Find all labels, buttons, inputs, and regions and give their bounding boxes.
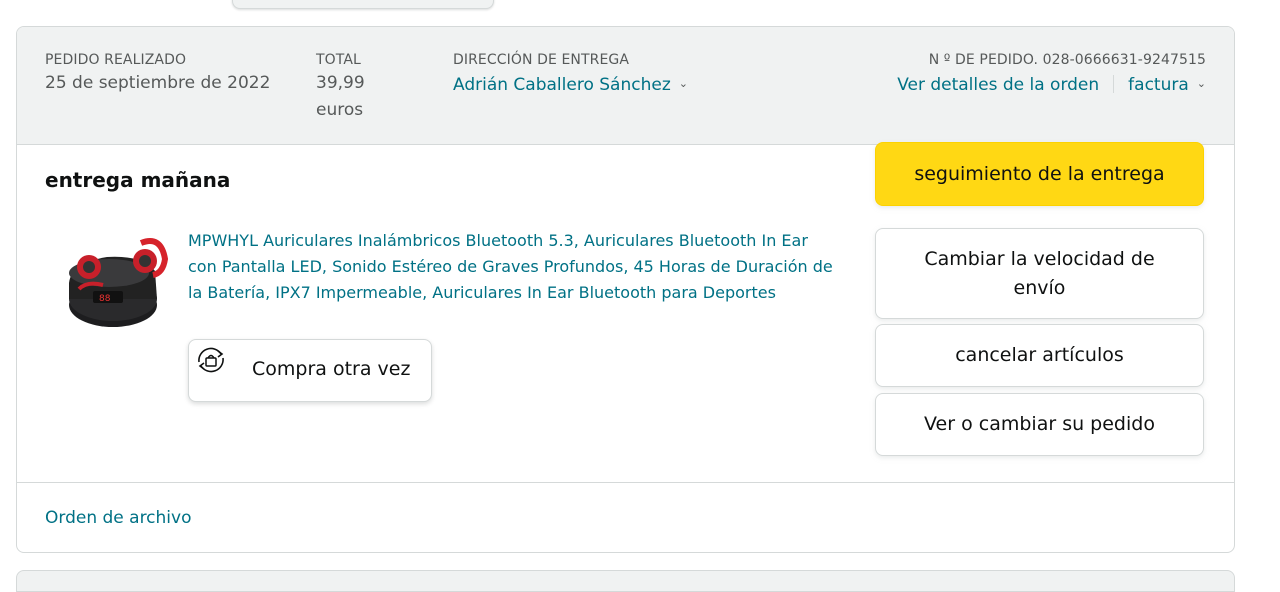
buy-again-label: Compra otra vez: [252, 358, 411, 380]
ship-to-column: DIRECCIÓN DE ENTREGA Adrián Caballero Sá…: [453, 51, 688, 99]
delivery-status: entrega mañana: [45, 168, 231, 192]
ship-to-name: Adrián Caballero Sánchez: [453, 75, 671, 95]
ship-to-name-link[interactable]: Adrián Caballero Sánchez ⌄: [453, 70, 688, 99]
order-placed-date: 25 de septiembre de 2022: [45, 73, 271, 93]
order-header: PEDIDO REALIZADO 25 de septiembre de 202…: [17, 27, 1234, 145]
order-placed-label: PEDIDO REALIZADO: [45, 52, 187, 68]
buy-again-icon: [194, 344, 228, 376]
link-divider: [1113, 75, 1115, 93]
order-number-column: N º DE PEDIDO. 028-0666631-9247515 Ver d…: [897, 51, 1206, 99]
order-placed-column: PEDIDO REALIZADO 25 de septiembre de 202…: [45, 51, 270, 97]
order-total-label: TOTAL: [316, 52, 361, 68]
chevron-down-icon: ⌄: [678, 77, 688, 90]
order-total-currency: euros: [316, 100, 364, 120]
collapsed-menu-panel: [232, 0, 494, 9]
change-shipping-speed-button[interactable]: Cambiar la velocidad de envío: [875, 228, 1204, 319]
order-links: Ver detalles de la orden factura ⌄: [897, 70, 1206, 99]
order-card-footer: Orden de archivo: [17, 482, 1234, 552]
svg-text:88: 88: [99, 294, 111, 304]
product-title-link[interactable]: MPWHYL Auriculares Inalámbricos Bluetoot…: [188, 228, 838, 306]
order-total-amount: 39,99: [316, 73, 365, 93]
next-order-card: [16, 570, 1235, 592]
buy-again-button[interactable]: Compra otra vez: [188, 339, 432, 402]
ship-to-label: DIRECCIÓN DE ENTREGA: [453, 52, 630, 68]
order-card: PEDIDO REALIZADO 25 de septiembre de 202…: [16, 26, 1235, 553]
order-details-link[interactable]: Ver detalles de la orden: [897, 75, 1099, 95]
invoice-label: factura: [1128, 75, 1189, 95]
invoice-link[interactable]: factura ⌄: [1128, 75, 1206, 95]
track-package-button[interactable]: seguimiento de la entrega: [875, 142, 1204, 206]
order-number: N º DE PEDIDO. 028-0666631-9247515: [928, 52, 1206, 68]
earbuds-image-svg: 88: [69, 238, 169, 327]
view-change-order-button[interactable]: Ver o cambiar su pedido: [875, 393, 1204, 456]
order-total-column: TOTAL 39,99 euros: [316, 51, 426, 124]
cancel-items-button[interactable]: cancelar artículos: [875, 324, 1204, 387]
archive-order-link[interactable]: Orden de archivo: [45, 508, 192, 528]
earbuds-product-image[interactable]: 88: [57, 233, 169, 337]
chevron-down-icon: ⌄: [1196, 77, 1206, 90]
